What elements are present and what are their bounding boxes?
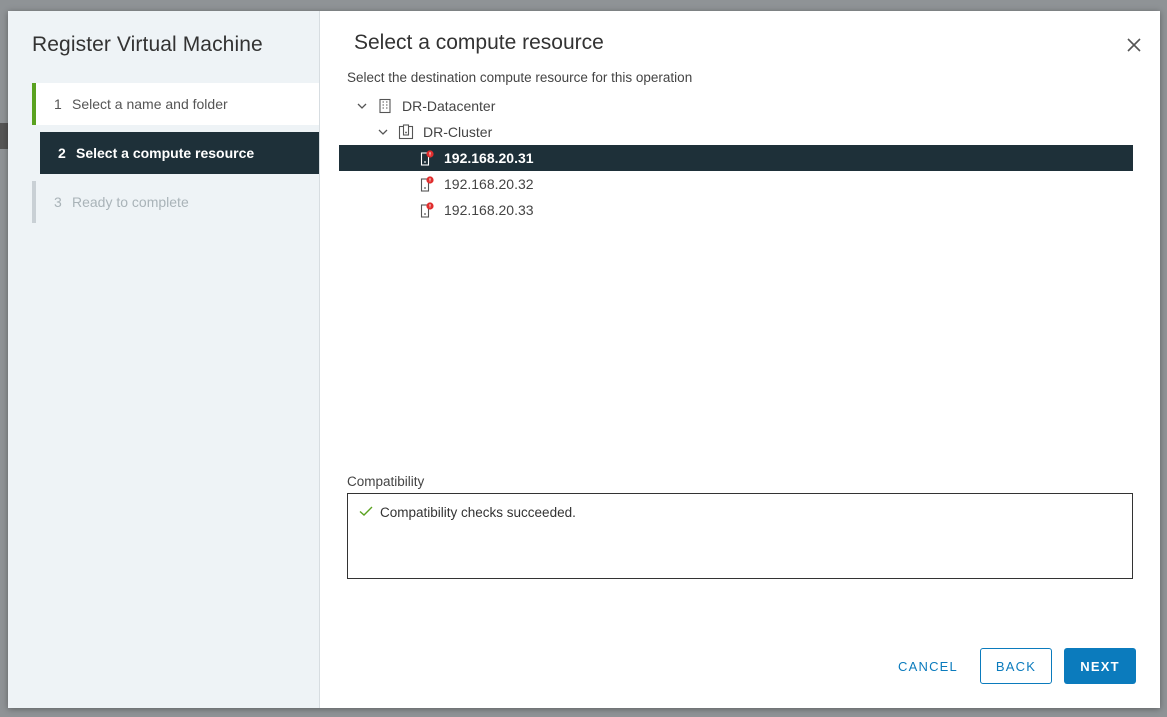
background-app-fragment bbox=[0, 123, 8, 149]
step-select-compute-resource[interactable]: 2 Select a compute resource bbox=[40, 132, 319, 174]
host-warning-icon bbox=[419, 176, 435, 192]
compatibility-message-text: Compatibility checks succeeded. bbox=[380, 505, 576, 520]
check-icon bbox=[358, 504, 380, 521]
tree-node-datacenter[interactable]: DR-Datacenter bbox=[347, 93, 1133, 119]
compatibility-panel: Compatibility checks succeeded. bbox=[347, 493, 1133, 579]
host-label: 192.168.20.33 bbox=[444, 202, 534, 218]
host-label: 192.168.20.31 bbox=[444, 150, 534, 166]
step-number: 2 bbox=[58, 145, 66, 161]
cluster-icon bbox=[398, 124, 414, 140]
wizard-content: Select a compute resource Select the des… bbox=[320, 11, 1160, 708]
cancel-button[interactable]: CANCEL bbox=[888, 648, 968, 684]
page-subtitle: Select the destination compute resource … bbox=[347, 70, 693, 85]
step-number: 3 bbox=[54, 194, 62, 210]
tree-node-host[interactable]: 192.168.20.31 bbox=[339, 145, 1133, 171]
step-label: Select a compute resource bbox=[76, 145, 255, 161]
chevron-down-icon[interactable] bbox=[355, 99, 369, 113]
close-icon[interactable] bbox=[1126, 37, 1142, 53]
step-select-name-folder[interactable]: 1 Select a name and folder bbox=[32, 83, 319, 125]
host-warning-icon bbox=[419, 150, 435, 166]
wizard-nav: Register Virtual Machine 1 Select a name… bbox=[8, 11, 320, 708]
register-vm-dialog: Register Virtual Machine 1 Select a name… bbox=[8, 11, 1160, 708]
step-ready-to-complete: 3 Ready to complete bbox=[32, 181, 319, 223]
tree-node-host[interactable]: 192.168.20.33 bbox=[339, 197, 1133, 223]
host-label: 192.168.20.32 bbox=[444, 176, 534, 192]
back-button[interactable]: BACK bbox=[980, 648, 1052, 684]
compatibility-label: Compatibility bbox=[347, 474, 425, 489]
page-title: Select a compute resource bbox=[354, 31, 604, 54]
step-label: Ready to complete bbox=[72, 194, 189, 210]
compute-resource-tree: DR-Datacenter DR-Cluster 192.168.20.31 1… bbox=[339, 93, 1133, 223]
datacenter-icon bbox=[377, 98, 393, 114]
tree-node-cluster[interactable]: DR-Cluster bbox=[347, 119, 1133, 145]
next-button[interactable]: NEXT bbox=[1064, 648, 1136, 684]
step-label: Select a name and folder bbox=[72, 96, 228, 112]
wizard-steps: 1 Select a name and folder 2 Select a co… bbox=[32, 83, 319, 230]
wizard-title: Register Virtual Machine bbox=[32, 33, 263, 56]
tree-node-host[interactable]: 192.168.20.32 bbox=[339, 171, 1133, 197]
tree-node-label: DR-Cluster bbox=[423, 124, 493, 140]
compatibility-message: Compatibility checks succeeded. bbox=[358, 504, 576, 521]
tree-node-label: DR-Datacenter bbox=[402, 98, 496, 114]
step-number: 1 bbox=[54, 96, 62, 112]
chevron-down-icon[interactable] bbox=[376, 125, 390, 139]
host-warning-icon bbox=[419, 202, 435, 218]
